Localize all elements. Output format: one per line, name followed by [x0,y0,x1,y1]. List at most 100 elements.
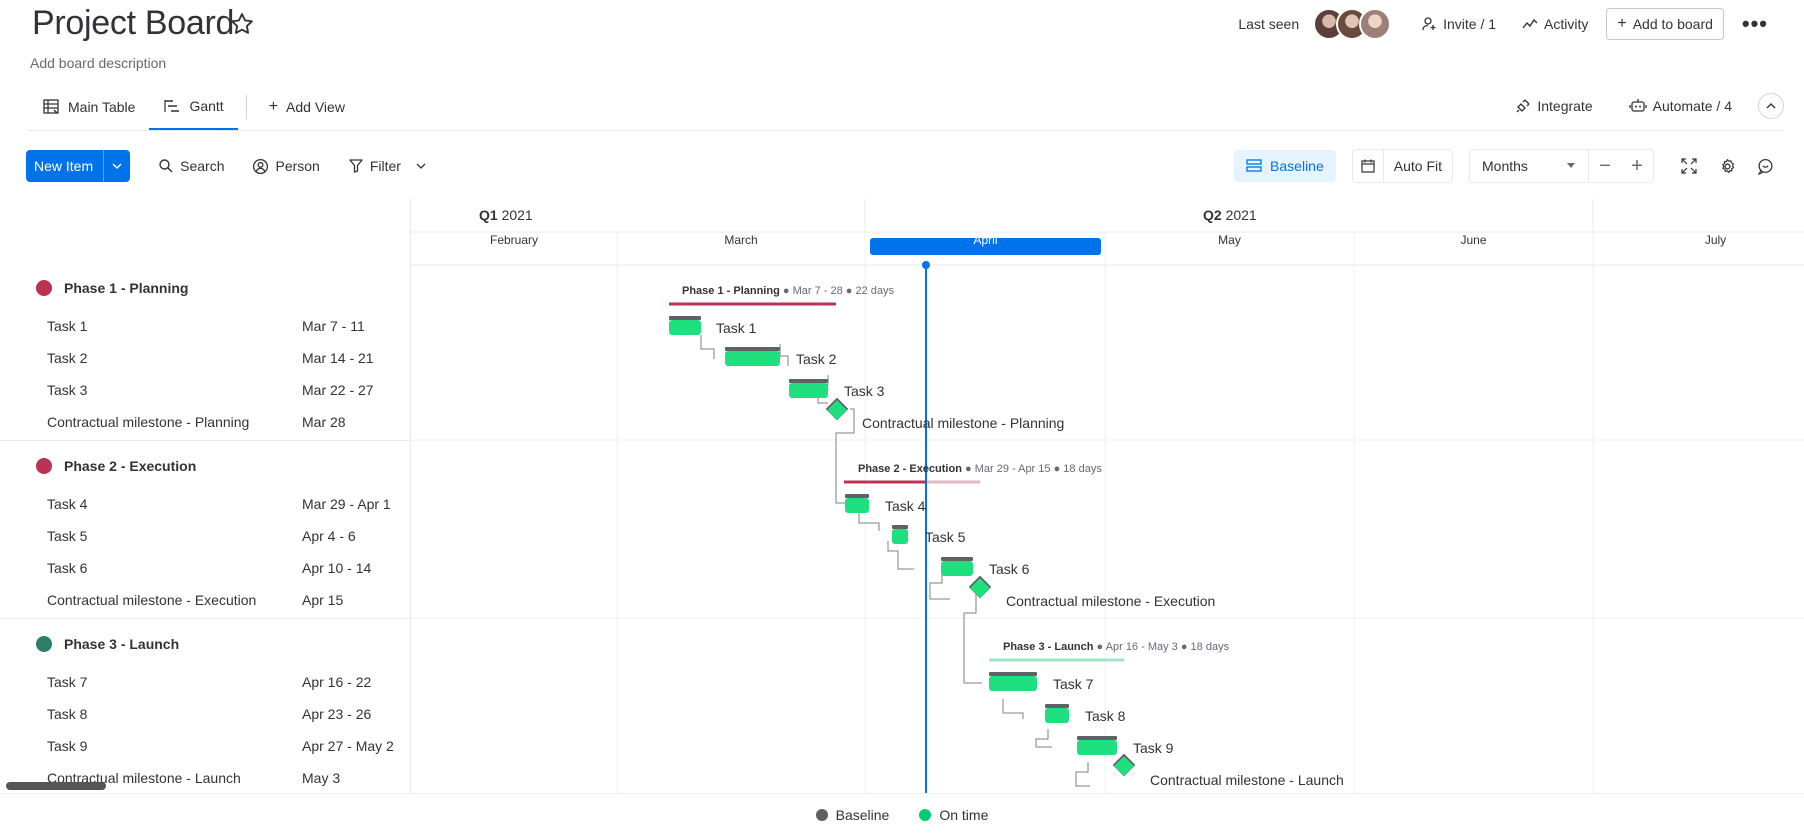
milestone-diamond[interactable] [968,575,992,599]
month-label: July [1704,233,1727,247]
legend-dot [815,808,828,821]
task-dates[interactable]: Mar 22 - 27 [302,382,374,398]
gantt-toolbar: New Item Search Person Filter [26,149,439,183]
settings-gear-icon[interactable] [1708,158,1746,175]
bar-label: Task 8 [1085,708,1126,724]
zoom-controls: Months − + [1469,149,1654,183]
task-dates[interactable]: Apr 10 - 14 [302,560,371,576]
search-icon [159,159,173,173]
zoom-out-button[interactable]: − [1589,155,1621,178]
integrate-button[interactable]: Integrate [1507,90,1600,122]
group-color-dot [36,458,52,474]
task-dates[interactable]: Apr 23 - 26 [302,706,371,722]
automate-button[interactable]: Automate / 4 [1621,90,1740,122]
filter-label: Filter [369,158,401,174]
task-dates[interactable]: Mar 7 - 11 [302,318,365,334]
chevron-down-icon[interactable] [103,150,130,182]
auto-fit-label: Auto Fit [1393,158,1442,174]
task-dates[interactable]: Mar 29 - Apr 1 [302,496,391,512]
bar-label: Task 9 [1133,740,1174,756]
gantt-timeline: Q1 2021 Q2 2021 February March April May… [411,199,1804,793]
task-bar[interactable] [941,557,973,576]
task-bar[interactable] [789,379,828,398]
task-name[interactable]: Task 4 [47,496,87,512]
header-actions: Last seen Invite / 1 Activity + Add to b… [1238,8,1768,40]
chevron-down-icon[interactable] [415,160,427,172]
last-seen-label: Last seen [1238,16,1300,32]
add-to-board-button[interactable]: + Add to board [1606,8,1724,40]
legend-label: On time [939,806,989,823]
task-bar[interactable] [989,672,1037,691]
task-bar[interactable] [669,316,701,335]
baseline-label: Baseline [1270,158,1324,174]
auto-fit-button[interactable]: Auto Fit [1351,149,1453,183]
task-name[interactable]: Task 8 [47,706,87,722]
more-options-icon[interactable]: ••• [1742,11,1768,37]
task-dates[interactable]: Apr 4 - 6 [302,528,356,544]
task-dates[interactable]: Apr 27 - May 2 [302,738,394,754]
task-dates[interactable]: Apr 15 [302,592,343,608]
tab-label: Gantt [189,98,224,114]
milestone-diamond[interactable] [1112,753,1136,777]
fullscreen-icon[interactable] [1670,158,1708,174]
group-divider [0,618,410,619]
tab-main-table[interactable]: Main Table [28,85,149,129]
last-seen-avatars[interactable] [1313,8,1392,40]
board-title[interactable]: Project Board [32,4,234,43]
group-header[interactable]: Phase 3 - Launch [36,636,179,652]
task-name[interactable]: Task 6 [47,560,87,576]
chevron-up-icon [1766,103,1776,109]
chat-icon[interactable] [1746,158,1784,175]
star-icon[interactable] [228,10,256,38]
task-dates[interactable]: May 3 [302,770,340,786]
task-name[interactable]: Task 3 [47,382,87,398]
task-name[interactable]: Contractual milestone - Execution [47,592,256,608]
zoom-unit-select[interactable]: Months [1470,150,1589,182]
task-name[interactable]: Task 7 [47,674,87,690]
baseline-button[interactable]: Baseline [1234,150,1336,182]
activity-button[interactable]: Activity [1514,8,1596,40]
table-icon [43,99,59,114]
new-item-button[interactable]: New Item [26,150,131,182]
filter-button[interactable]: Filter [336,150,439,182]
view-tabs: Main Table Gantt + Add View [28,84,359,130]
task-name[interactable]: Task 9 [47,738,87,754]
task-bar[interactable] [892,525,908,544]
invite-button[interactable]: Invite / 1 [1413,8,1504,40]
task-name[interactable]: Task 2 [47,350,87,366]
add-view-button[interactable]: + Add View [255,85,359,129]
group-header[interactable]: Phase 2 - Execution [36,458,196,474]
task-dates[interactable]: Mar 14 - 21 [302,350,374,366]
caret-down-icon [1567,163,1575,168]
tabs-divider-line [28,130,1784,131]
search-button[interactable]: Search [146,150,236,182]
task-dates[interactable]: Mar 28 [302,414,346,430]
calendar-icon [1353,150,1384,182]
board-description[interactable]: Add board description [30,55,166,71]
tab-gantt[interactable]: Gantt [149,84,238,130]
bar-label: Task 7 [1053,676,1094,692]
activity-icon [1522,18,1538,29]
milestone-diamond[interactable] [825,397,849,421]
task-name[interactable]: Task 5 [47,528,87,544]
bar-label: Task 2 [796,351,837,367]
collapse-header-button[interactable] [1758,93,1784,119]
gantt-task-list: Phase 1 - Planning Task 1 Mar 7 - 11 Tas… [0,199,411,793]
task-name[interactable]: Task 1 [47,318,87,334]
zoom-in-button[interactable]: + [1621,155,1653,178]
quarter-label: Q2 2021 [1203,207,1257,223]
task-dates[interactable]: Apr 16 - 22 [302,674,371,690]
month-label: March [724,233,758,247]
task-bar[interactable] [1077,736,1117,755]
search-label: Search [180,158,225,174]
task-bar[interactable] [845,494,869,513]
task-bar[interactable] [725,347,780,366]
person-filter-button[interactable]: Person [240,150,331,182]
group-divider [0,440,410,441]
avatar[interactable] [1359,8,1392,40]
horizontal-scrollbar[interactable] [6,782,106,790]
task-name[interactable]: Contractual milestone - Planning [47,414,249,430]
group-header[interactable]: Phase 1 - Planning [36,280,188,296]
legend-on-time: On time [919,807,988,823]
task-bar[interactable] [1045,704,1069,723]
